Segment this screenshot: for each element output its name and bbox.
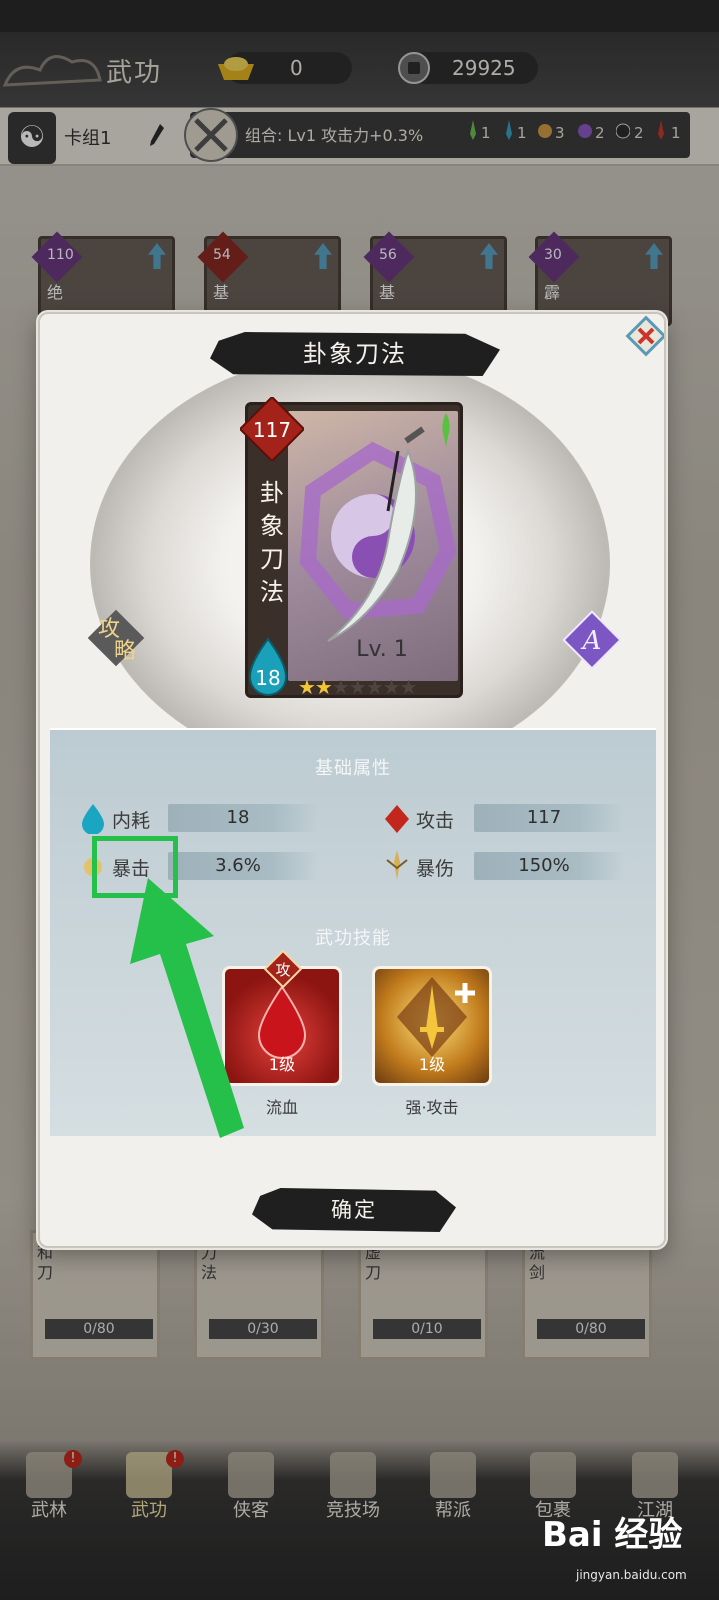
strategy-button[interactable]: 攻 略	[84, 606, 148, 670]
skill-tag: 攻	[275, 961, 290, 979]
attack-tag-icon: 攻	[264, 950, 302, 988]
card-level: 117	[253, 418, 291, 442]
divider	[50, 728, 656, 730]
section-basic-title: 基础属性	[315, 758, 391, 779]
green-blade-icon	[442, 413, 450, 447]
dialog-title: 卦象刀法	[303, 340, 407, 368]
card-name-vertical: 卦 象 刀 法	[260, 479, 284, 606]
water-drop-icon: 18	[248, 637, 288, 696]
rank-badge: A	[562, 610, 622, 670]
crit-damage-icon	[386, 850, 408, 880]
stat-label: 攻击	[416, 810, 455, 832]
red-diamond-icon	[385, 805, 409, 833]
skill-name: 强·攻击	[405, 1098, 459, 1117]
star-rating: ★★★★★★★	[298, 675, 418, 699]
level-diamond-icon: 117	[240, 397, 304, 461]
stat-label: 内耗	[112, 810, 151, 832]
skill-attack-boost[interactable]: 1级	[372, 966, 492, 1086]
card-cost: 18	[255, 666, 280, 690]
watermark-brand: Bai 经验	[542, 1515, 682, 1555]
stat-value: 117	[526, 807, 562, 828]
stat-label: 暴伤	[416, 858, 455, 880]
skill-level: 1级	[418, 1055, 446, 1074]
close-icon[interactable]	[624, 314, 666, 358]
baidu-watermark-icon: Bai 经验	[542, 1515, 682, 1555]
green-arrow-icon	[130, 878, 244, 1138]
confirm-label[interactable]: 确定	[252, 1194, 456, 1224]
rank-letter: A	[581, 626, 602, 656]
stat-value: 18	[226, 807, 250, 828]
skill-card: 卦 象 刀 法 117 Lv. 1 18 ★★★★★★★	[240, 397, 463, 699]
watermark-url: jingyan.baidu.com	[576, 1568, 687, 1582]
stat-value: 150%	[518, 855, 570, 876]
strategy-label: 略	[114, 639, 136, 664]
water-drop-icon	[82, 804, 104, 834]
